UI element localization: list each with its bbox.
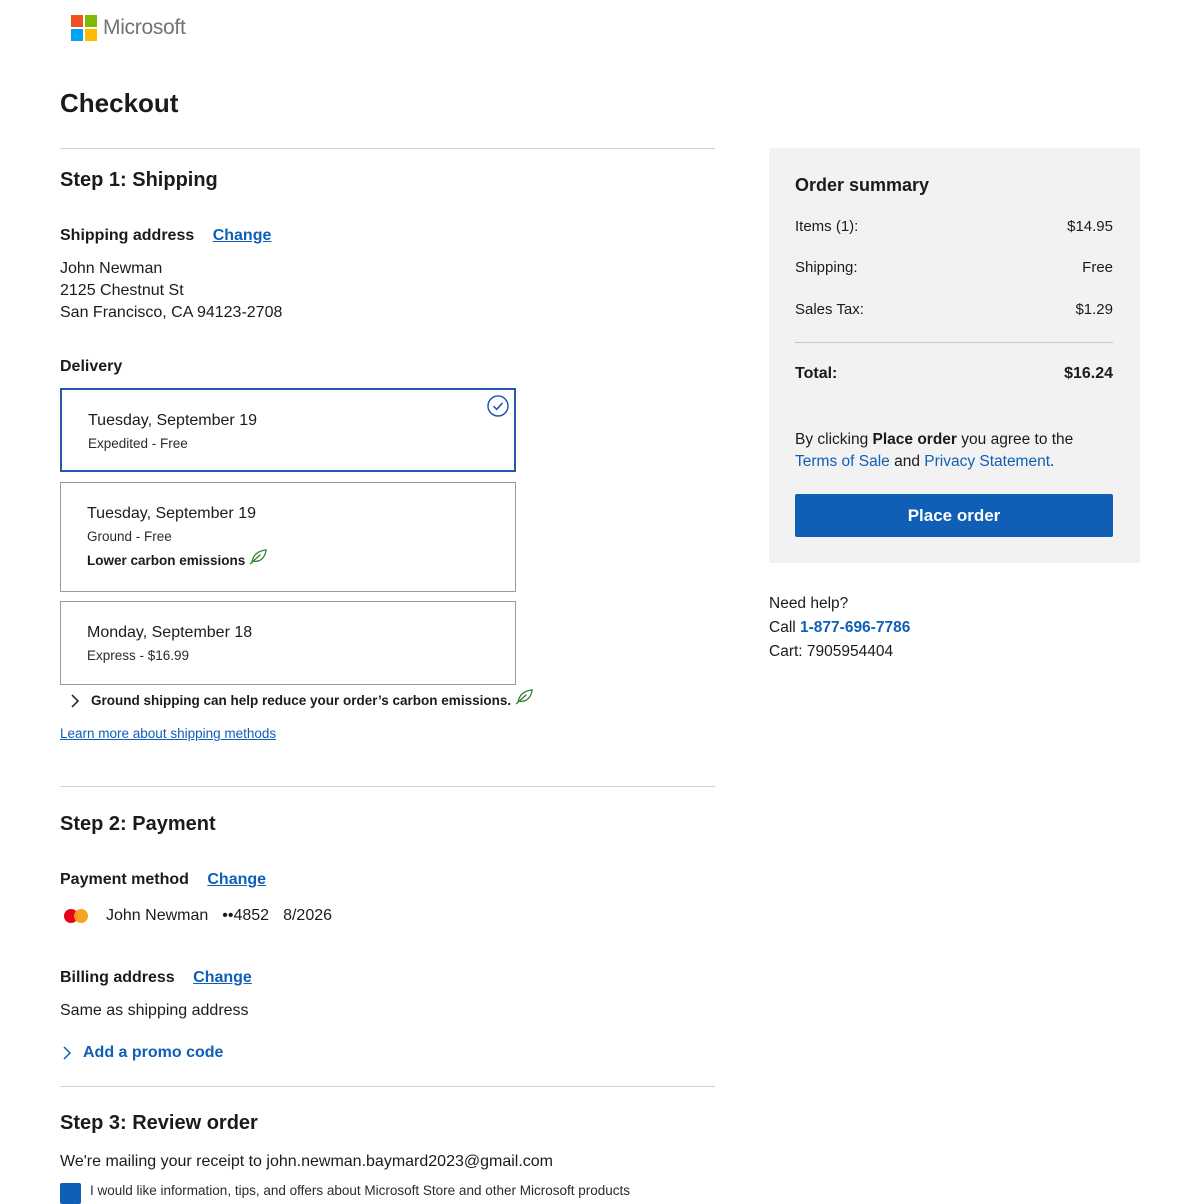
terms-of-sale-link[interactable]: Terms of Sale — [795, 453, 890, 470]
privacy-statement-link[interactable]: Privacy Statement — [924, 453, 1050, 470]
divider — [60, 148, 715, 149]
agree-and: and — [889, 453, 925, 470]
summary-shipping-row: Shipping: Free — [795, 259, 1113, 276]
delivery-date: Monday, September 18 — [87, 624, 253, 641]
delivery-date: Tuesday, September 19 — [88, 412, 257, 429]
items-value: $14.95 — [1067, 218, 1113, 235]
delivery-option-expedited[interactable]: Tuesday, September 19 Expedited - Free — [60, 388, 516, 472]
tax-value: $1.29 — [1075, 301, 1113, 318]
microsoft-logo-icon — [71, 15, 97, 41]
order-summary-title: Order summary — [795, 175, 930, 195]
agree-period: . — [1050, 453, 1055, 470]
phone-link[interactable]: 1-877-696-7786 — [800, 619, 910, 636]
leaf-icon — [249, 549, 268, 565]
summary-tax-row: Sales Tax: $1.29 — [795, 301, 1113, 318]
page-title: Checkout — [60, 88, 179, 118]
payment-method-heading: Payment method — [60, 871, 189, 888]
payment-method-label: Payment method Change — [60, 871, 266, 889]
divider — [60, 786, 715, 787]
summary-items-row: Items (1): $14.95 — [795, 218, 1113, 235]
total-value: $16.24 — [1064, 365, 1113, 382]
terms-agreement: By clicking Place order you agree to the… — [795, 429, 1125, 473]
tax-label: Sales Tax: — [795, 301, 864, 318]
payment-card: John Newman ••4852 8/2026 — [62, 907, 332, 925]
shipping-label: Shipping: — [795, 259, 858, 276]
delivery-detail: Express - $16.99 — [87, 648, 190, 663]
help-title: Need help? — [769, 595, 849, 612]
divider — [60, 1086, 715, 1087]
address-name: John Newman — [60, 260, 163, 277]
learn-more-shipping-link[interactable]: Learn more about shipping methods — [60, 726, 276, 741]
agree-mid: you agree to the — [956, 431, 1074, 448]
place-order-button[interactable]: Place order — [795, 494, 1113, 537]
delivery-detail: Ground - Free — [87, 529, 172, 544]
delivery-option-ground[interactable]: Tuesday, September 19 Ground - Free Lowe… — [60, 482, 516, 592]
change-shipping-address-link[interactable]: Change — [213, 227, 272, 244]
checkmark-circle-icon — [487, 395, 509, 417]
promo-label: Add a promo code — [83, 1044, 224, 1061]
shipping-address-heading: Shipping address — [60, 227, 195, 244]
delivery-date: Tuesday, September 19 — [87, 505, 256, 522]
carbon-note-text: Lower carbon emissions — [87, 553, 246, 568]
agree-bold: Place order — [872, 431, 957, 448]
shipping-value: Free — [1082, 259, 1113, 276]
chevron-right-icon — [71, 693, 80, 708]
shipping-address-label: Shipping address Change — [60, 227, 271, 245]
card-expiry: 8/2026 — [283, 907, 333, 924]
summary-divider — [795, 342, 1113, 343]
add-promo-code-button[interactable]: Add a promo code — [62, 1044, 223, 1062]
total-label: Total: — [795, 365, 838, 382]
chevron-right-icon — [63, 1046, 72, 1060]
agree-prefix: By clicking — [795, 431, 873, 448]
mastercard-icon — [62, 907, 90, 925]
step2-title: Step 2: Payment — [60, 813, 216, 835]
change-billing-address-link[interactable]: Change — [193, 969, 252, 986]
call-prefix: Call — [769, 619, 801, 636]
billing-address-label: Billing address Change — [60, 969, 252, 987]
help-section: Need help? Call 1-877-696-7786 Cart: 790… — [769, 592, 910, 664]
card-number: ••4852 — [222, 907, 270, 924]
help-call: Call 1-877-696-7786 — [769, 616, 910, 640]
delivery-option-express[interactable]: Monday, September 18 Express - $16.99 — [60, 601, 516, 685]
carbon-info-accordion[interactable]: Ground shipping can help reduce your ord… — [70, 689, 534, 708]
marketing-optin[interactable]: I would like information, tips, and offe… — [60, 1183, 630, 1204]
leaf-icon — [515, 689, 533, 705]
summary-total-row: Total: $16.24 — [795, 365, 1113, 383]
step3-title: Step 3: Review order — [60, 1112, 258, 1134]
address-city: San Francisco, CA 94123-2708 — [60, 304, 283, 321]
brand-name: Microsoft — [103, 16, 186, 39]
address-street: 2125 Chestnut St — [60, 282, 184, 299]
microsoft-logo[interactable]: Microsoft — [71, 15, 186, 41]
card-holder: John Newman — [106, 907, 209, 924]
delivery-detail: Expedited - Free — [88, 436, 188, 451]
items-label: Items (1): — [795, 218, 859, 235]
receipt-text: We're mailing your receipt to john.newma… — [60, 1153, 554, 1170]
order-summary-panel: Order summary Items (1): $14.95 Shipping… — [769, 148, 1140, 563]
billing-address-value: Same as shipping address — [60, 1002, 249, 1019]
billing-address-heading: Billing address — [60, 969, 175, 986]
cart-number: Cart: 7905954404 — [769, 643, 894, 660]
carbon-note: Lower carbon emissions — [87, 549, 268, 568]
optin-label: I would like information, tips, and offe… — [90, 1183, 631, 1198]
carbon-info-text: Ground shipping can help reduce your ord… — [91, 693, 512, 708]
change-payment-method-link[interactable]: Change — [207, 871, 266, 888]
optin-checkbox[interactable] — [60, 1183, 81, 1204]
step1-title: Step 1: Shipping — [60, 169, 218, 191]
delivery-label: Delivery — [60, 358, 123, 375]
shipping-address: John Newman 2125 Chestnut St San Francis… — [60, 258, 282, 324]
